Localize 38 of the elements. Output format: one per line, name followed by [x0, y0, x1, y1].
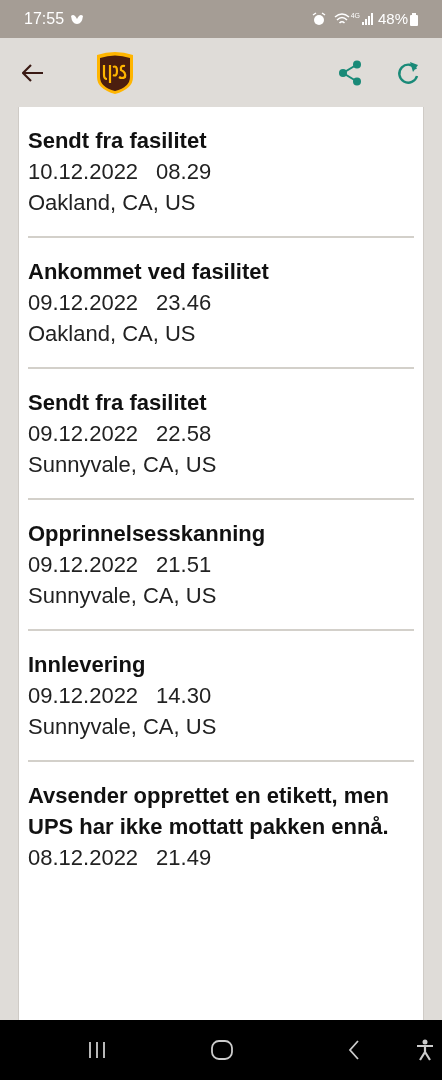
back-arrow-icon[interactable] — [22, 63, 44, 82]
event-date: 09.12.2022 — [28, 682, 139, 710]
event-time: 23.46 — [156, 289, 212, 317]
event-title: Sendt fra fasilitet — [28, 389, 208, 417]
event-location: Oakland, CA, US — [28, 189, 197, 217]
wifi-icon — [333, 12, 350, 26]
event-title: Avsender opprettet en etikett, men UPS har ikke mottatt pakken ennå. — [28, 782, 391, 841]
event-time: 08.29 — [156, 158, 212, 186]
alarm-icon — [311, 12, 326, 26]
event-date: 10.12.2022 — [28, 158, 139, 186]
back-icon[interactable] — [348, 1040, 360, 1060]
event-date: 09.12.2022 — [28, 420, 139, 448]
event-title: Ankommet ved fasilitet — [28, 258, 270, 286]
event-title: Innlevering — [28, 651, 147, 679]
event-title: Opprinnelsesskanning — [28, 520, 267, 548]
event-date: 08.12.2022 — [28, 844, 139, 872]
recent-apps-icon[interactable] — [88, 1041, 106, 1059]
home-icon[interactable] — [211, 1040, 233, 1060]
share-icon[interactable] — [338, 59, 362, 86]
status-time: 17:55 — [24, 9, 65, 29]
event-time: 21.51 — [156, 551, 212, 579]
signal-icon — [361, 13, 374, 25]
battery-icon — [410, 12, 418, 26]
event-time: 22.58 — [156, 420, 212, 448]
event-date: 09.12.2022 — [28, 551, 139, 579]
battery-percentage: 48% — [377, 8, 408, 29]
accessibility-icon[interactable] — [416, 1039, 434, 1061]
event-location: Sunnyvale, CA, US — [28, 713, 218, 741]
event-time: 14.30 — [156, 682, 212, 710]
event-time: 21.49 — [156, 844, 212, 872]
event-location: Oakland, CA, US — [28, 320, 197, 348]
shield-logo — [95, 50, 135, 95]
notification-icon — [70, 13, 85, 25]
refresh-icon[interactable] — [396, 59, 420, 86]
event-date: 09.12.2022 — [28, 289, 139, 317]
event-title: Sendt fra fasilitet — [28, 127, 208, 155]
event-location: Sunnyvale, CA, US — [28, 582, 218, 610]
event-location: Sunnyvale, CA, US — [28, 451, 218, 479]
